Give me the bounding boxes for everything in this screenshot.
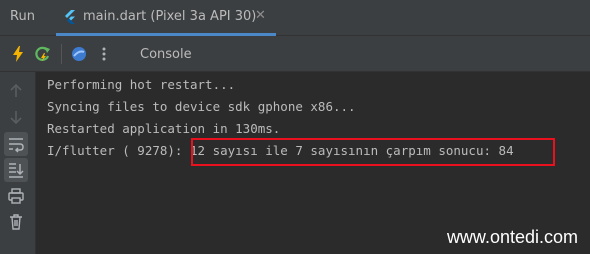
hot-reload-icon[interactable] — [8, 44, 28, 64]
console-side-toolbar — [0, 72, 36, 254]
scroll-to-end-icon[interactable] — [6, 160, 26, 180]
tab-main-dart[interactable]: main.dart (Pixel 3a API 30) ✕ — [56, 0, 276, 36]
scroll-up-icon[interactable] — [6, 81, 26, 101]
clear-all-icon[interactable] — [6, 212, 26, 232]
devtools-icon[interactable] — [69, 44, 89, 64]
tab-title: main.dart (Pixel 3a API 30) — [83, 9, 257, 24]
console-line: Performing hot restart... — [47, 77, 236, 92]
run-tab-bar: Run main.dart (Pixel 3a API 30) ✕ — [0, 0, 590, 36]
soft-wrap-icon[interactable] — [6, 134, 26, 154]
more-options-icon[interactable] — [94, 44, 114, 64]
highlight-box — [191, 138, 555, 166]
run-panel-label: Run — [10, 9, 35, 24]
watermark: www.ontedi.com — [446, 227, 578, 247]
hot-restart-icon[interactable] — [33, 44, 53, 64]
close-icon[interactable]: ✕ — [255, 8, 266, 23]
run-toolbar: Console — [0, 36, 590, 72]
toolbar-separator — [61, 44, 62, 64]
console-line: Syncing files to device sdk gphone x86..… — [47, 99, 356, 114]
console-line: Restarted application in 130ms. — [47, 121, 281, 136]
tab-console[interactable]: Console — [140, 47, 192, 62]
print-icon[interactable] — [6, 186, 26, 206]
flutter-icon — [65, 10, 75, 24]
scroll-down-icon[interactable] — [6, 107, 26, 127]
